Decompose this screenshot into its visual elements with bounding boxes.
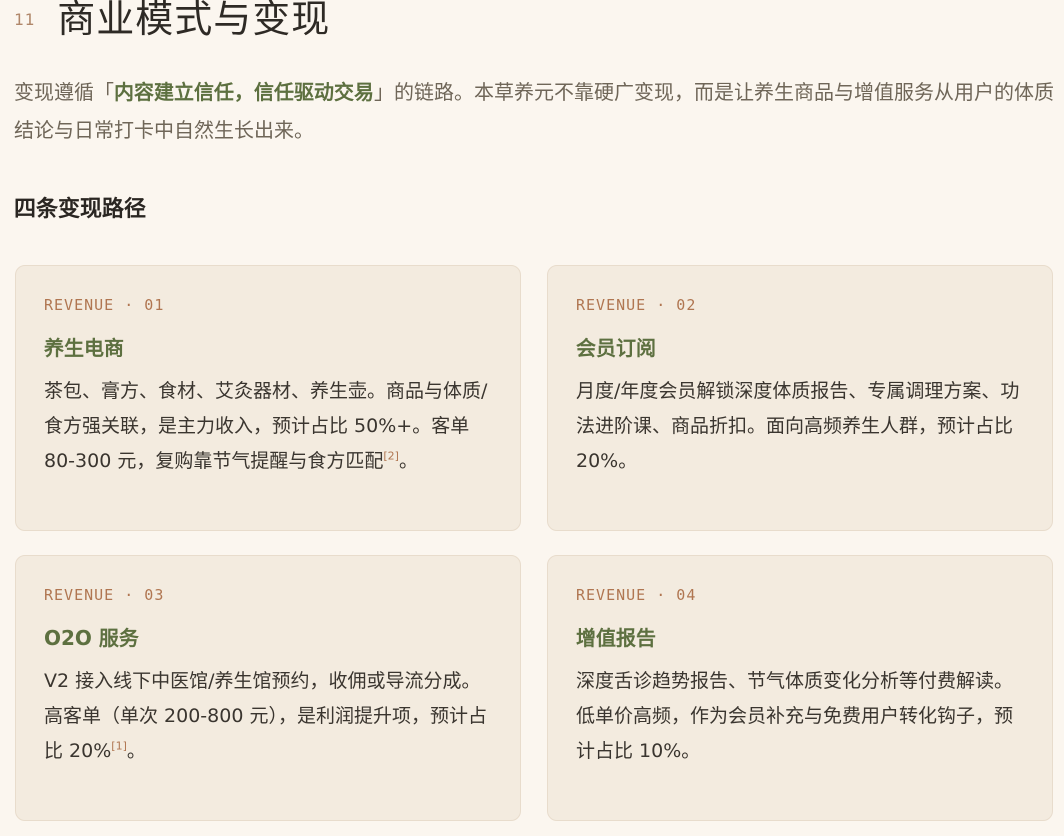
section-title: 商业模式与变现 [57,0,331,41]
revenue-title: 养生电商 [44,336,124,360]
section-header: 11 商业模式与变现 [14,0,330,44]
revenue-description-text: 月度/年度会员解锁深度体质报告、专属调理方案、功法进阶课、商品折扣。面向高频养生… [576,380,1020,472]
citation-link[interactable]: [1] [111,740,127,753]
revenue-description: 月度/年度会员解锁深度体质报告、专属调理方案、功法进阶课、商品折扣。面向高频养生… [576,374,1024,479]
revenue-description-text: 茶包、膏方、食材、艾灸器材、养生壶。商品与体质/食方强关联，是主力收入，预计占比… [44,380,488,472]
revenue-description: 深度舌诊趋势报告、节气体质变化分析等付费解读。低单价高频，作为会员补充与免费用户… [576,664,1024,769]
section-number: 11 [14,9,36,29]
revenue-card-ecommerce: REVENUE · 01 养生电商 茶包、膏方、食材、艾灸器材、养生壶。商品与体… [15,265,521,531]
revenue-description-tail: 。 [126,740,146,762]
revenue-title: 会员订阅 [576,336,656,360]
revenue-title: 增值报告 [576,626,656,650]
revenue-card-reports: REVENUE · 04 增值报告 深度舌诊趋势报告、节气体质变化分析等付费解读… [547,555,1053,821]
revenue-tag: REVENUE · 04 [576,586,697,604]
intro-paragraph: 变现遵循「内容建立信任，信任驱动交易」的链路。本草养元不靠硬广变现，而是让养生商… [14,73,1054,149]
revenue-description: 茶包、膏方、食材、艾灸器材、养生壶。商品与体质/食方强关联，是主力收入，预计占比… [44,374,492,479]
revenue-card-o2o: REVENUE · 03 O2O 服务 V2 接入线下中医馆/养生馆预约，收佣或… [15,555,521,821]
citation-link[interactable]: [2] [383,450,399,463]
intro-highlight: 内容建立信任，信任驱动交易 [114,80,374,104]
revenue-card-membership: REVENUE · 02 会员订阅 月度/年度会员解锁深度体质报告、专属调理方案… [547,265,1053,531]
revenue-description-tail: 。 [398,450,418,472]
intro-text-pre: 变现遵循「 [14,80,114,104]
revenue-paths-heading: 四条变现路径 [14,197,147,222]
revenue-description-text: 深度舌诊趋势报告、节气体质变化分析等付费解读。低单价高频，作为会员补充与免费用户… [576,670,1014,762]
revenue-tag: REVENUE · 01 [44,296,165,314]
revenue-description: V2 接入线下中医馆/养生馆预约，收佣或导流分成。高客单（单次 200-800 … [44,664,492,769]
revenue-tag: REVENUE · 03 [44,586,165,604]
revenue-tag: REVENUE · 02 [576,296,697,314]
revenue-title: O2O 服务 [44,626,139,650]
